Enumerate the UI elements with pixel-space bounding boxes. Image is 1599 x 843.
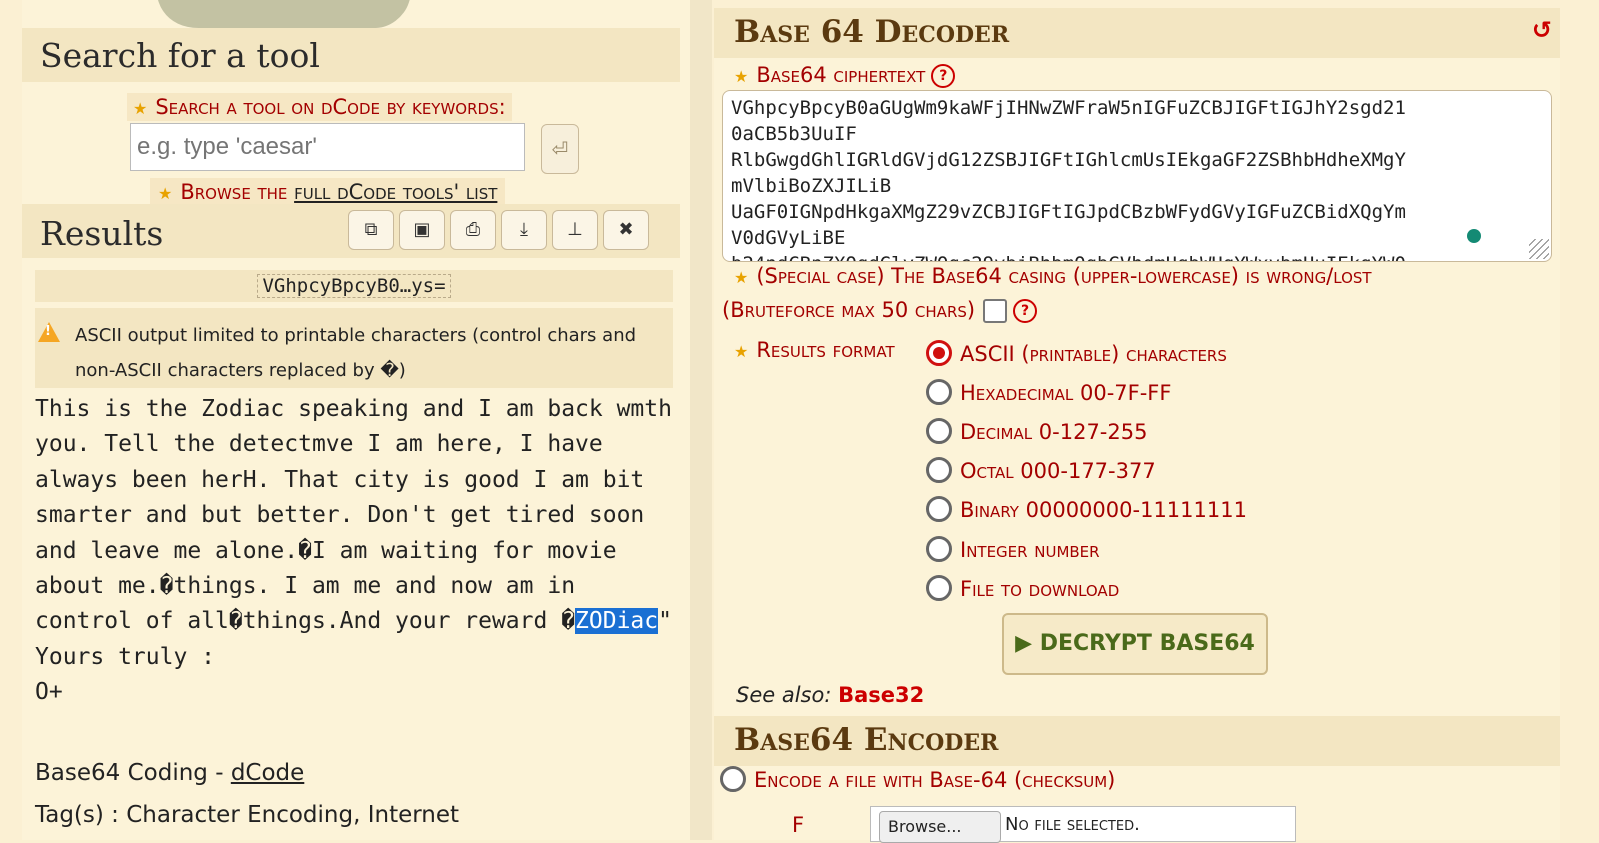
radio-button[interactable] (926, 379, 952, 405)
decoder-header: Base 64 Decoder ↺ (714, 8, 1560, 58)
format-option-binary[interactable]: Binary 00000000-11111111 (926, 495, 1247, 525)
resize-handle-icon[interactable] (1529, 239, 1549, 259)
left-column: Search for a tool ★ Search a tool on dCod… (0, 0, 700, 840)
format-option-file[interactable]: File to download (926, 574, 1119, 604)
browse-file-button[interactable]: Browse... (879, 811, 1001, 843)
download-button[interactable]: ⤓ (501, 210, 547, 250)
help-icon[interactable]: ? (931, 64, 956, 88)
results-format-label: ★ Results format (734, 338, 895, 362)
file-label: F (792, 813, 805, 837)
footer-title: Base64 Coding - dCode (35, 760, 305, 786)
search-input[interactable] (130, 123, 525, 171)
result-chip-text[interactable]: VGhpcyBpcyB0…ys= (257, 274, 451, 298)
ciphertext-content: VGhpcyBpcyB0aGUgWm9kaWFjIHNwZWFraW5nIGFu… (731, 97, 1406, 261)
star-icon: ★ (734, 342, 749, 361)
format-option-octal[interactable]: Octal 000-177-377 (926, 456, 1156, 486)
star-icon: ★ (133, 99, 148, 118)
right-column: Base 64 Decoder ↺ ★ Base64 ciphertext? VG… (714, 8, 1560, 843)
encoder-title: Base64 Encoder (734, 722, 999, 758)
star-icon: ★ (158, 184, 173, 203)
special-case-label: ★ (Special case) The Base64 casing (upper… (734, 264, 1372, 288)
help-icon[interactable]: ? (1013, 299, 1038, 323)
radio-button[interactable] (926, 496, 952, 522)
grammar-check-dot-icon[interactable] (1467, 229, 1481, 243)
full-tools-list-link[interactable]: full dCode tools' list (294, 180, 497, 204)
browse-tools-line: ★ Browse the full dCode tools' list (150, 178, 506, 206)
column-divider (690, 0, 712, 840)
search-title: Search for a tool (40, 36, 320, 75)
download-icon: ⤓ (520, 219, 528, 240)
see-also: See also: Base32 (736, 683, 925, 707)
close-button[interactable]: ✖ (603, 210, 649, 250)
print-button[interactable]: ⎙ (450, 210, 496, 250)
radio-button[interactable] (926, 457, 952, 483)
decrypt-button[interactable]: ▶ DECRYPT BASE64 (1002, 613, 1268, 675)
dcode-logo (140, 0, 420, 28)
save-button[interactable]: ▣ (399, 210, 445, 250)
warning-box: ! ASCII output limited to printable char… (35, 308, 673, 388)
radio-button[interactable] (926, 536, 952, 562)
format-option-decimal[interactable]: Decimal 0-127-255 (926, 417, 1147, 447)
file-status: No file selected. (1005, 814, 1140, 835)
results-title: Results (40, 214, 164, 253)
warning-text: ASCII output limited to printable charac… (75, 325, 637, 381)
result-summary-chip: VGhpcyBpcyB0…ys= (35, 270, 673, 302)
results-section-header: Results ⧉ ▣ ⎙ ⤓ ⊥ ✖ (22, 204, 680, 258)
pin-button[interactable]: ⊥ (552, 210, 598, 250)
save-icon: ▣ (413, 219, 431, 240)
output-text: This is the Zodiac speaking and I am bac… (35, 396, 686, 635)
copy-icon: ⧉ (364, 219, 378, 240)
star-icon: ★ (734, 67, 749, 86)
encode-file-option[interactable]: Encode a file with Base-64 (checksum) (720, 766, 1115, 794)
search-keywords-label: ★ Search a tool on dCode by keywords: (127, 93, 512, 121)
enter-return-icon[interactable]: ⏎ (541, 124, 579, 174)
search-section-header: Search for a tool (22, 28, 680, 82)
ciphertext-label: ★ Base64 ciphertext? (734, 63, 956, 88)
dcode-link[interactable]: dCode (231, 760, 304, 786)
decoded-output[interactable]: This is the Zodiac speaking and I am bac… (35, 392, 685, 711)
warning-icon-mark: ! (45, 324, 51, 339)
decoder-title: Base 64 Decoder (734, 14, 1010, 50)
special-case-checkbox[interactable] (983, 299, 1008, 323)
radio-button[interactable] (720, 766, 746, 792)
file-input[interactable]: Browse... No file selected. (870, 806, 1296, 843)
special-case-label-2: (Bruteforce max 50 chars)? (722, 298, 1038, 323)
format-option-integer[interactable]: Integer number (926, 535, 1100, 565)
star-icon: ★ (734, 268, 749, 287)
print-icon: ⎙ (465, 219, 481, 240)
page-gutter (0, 0, 22, 840)
copy-button[interactable]: ⧉ (348, 210, 394, 250)
output-selection: ZODiac (575, 608, 659, 635)
reload-icon[interactable]: ↺ (1532, 16, 1552, 44)
radio-button[interactable] (926, 418, 952, 444)
footer-tags: Tag(s) : Character Encoding, Internet (35, 802, 460, 828)
pin-icon: ⊥ (567, 219, 583, 240)
radio-button[interactable] (926, 340, 952, 366)
format-option-hex[interactable]: Hexadecimal 00-7F-FF (926, 378, 1171, 408)
radio-button[interactable] (926, 575, 952, 601)
base32-link[interactable]: Base32 (838, 683, 924, 707)
close-icon: ✖ (618, 219, 634, 240)
format-option-ascii[interactable]: ASCII (printable) characters (926, 339, 1227, 369)
ciphertext-textarea[interactable]: VGhpcyBpcyB0aGUgWm9kaWFjIHNwZWFraW5nIGFu… (722, 90, 1552, 262)
encoder-header: Base64 Encoder (714, 716, 1560, 766)
